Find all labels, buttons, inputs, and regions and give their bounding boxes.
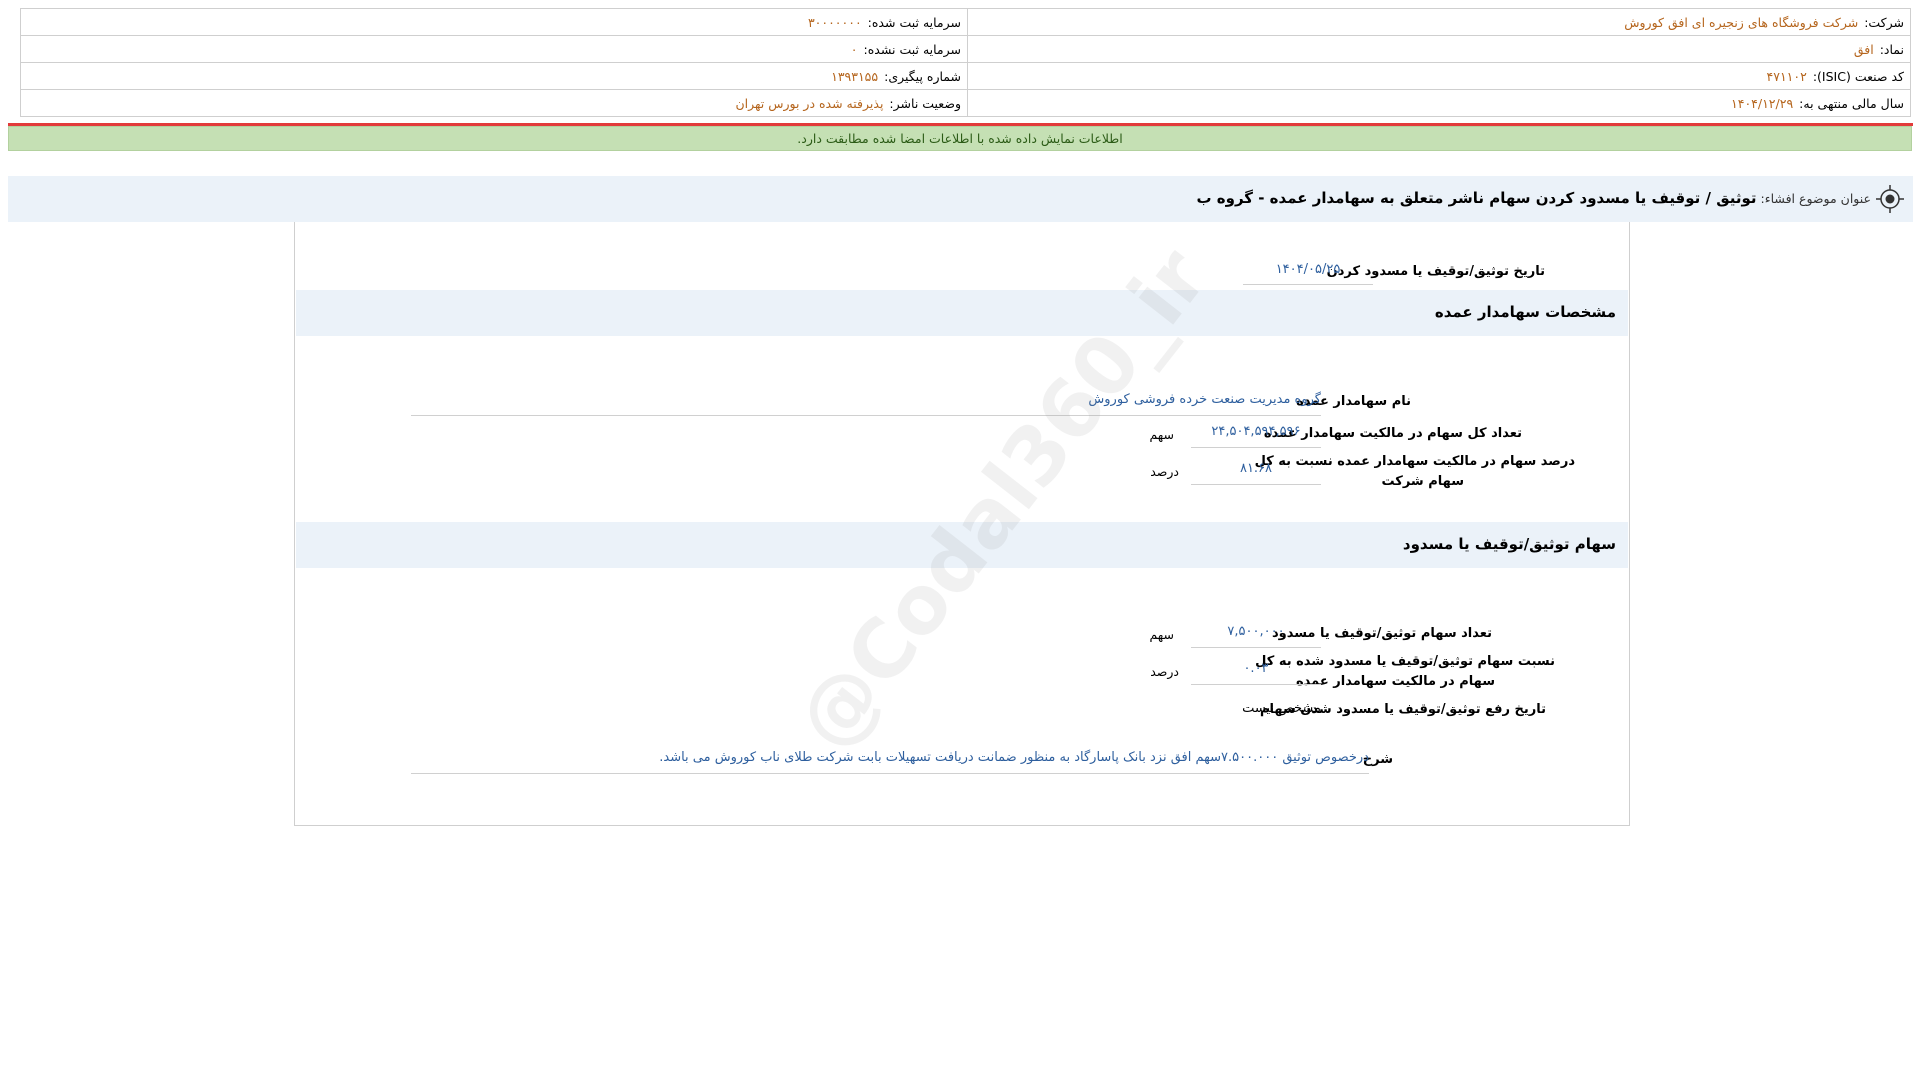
title-label: عنوان موضوع افشاء: — [1760, 191, 1871, 206]
isic-value: ۴۷۱۱۰۲ — [1766, 68, 1807, 84]
symbol-cell: نماد: افق — [967, 35, 1911, 63]
pledge-date-underline — [1243, 284, 1373, 285]
total-shares-unit: سهم — [1149, 427, 1174, 442]
shareholder-name-value: گروه مدیریت صنعت خرده فروشی کوروش — [1088, 392, 1321, 407]
unregistered-capital-cell: سرمایه ثبت نشده: ۰ — [20, 35, 968, 63]
description-value: درخصوص توثیق ۷.۵۰۰.۰۰۰سهم افق نزد بانک پ… — [659, 750, 1369, 765]
disclosure-form: تاریخ توثیق/توقیف یا مسدود کردن ۱۴۰۴/۰۵/… — [294, 222, 1630, 826]
section-band-shareholder: مشخصات سهامدار عمده — [296, 290, 1628, 336]
publisher-status-cell: وضعیت ناشر: پذیرفته شده در بورس تهران — [20, 89, 968, 117]
info-row: کد صنعت (ISIC): ۴۷۱۱۰۲ شماره پیگیری: ۱۳۹۳۱… — [20, 62, 1911, 90]
tracking-label: شماره پیگیری: — [884, 68, 961, 84]
ownership-percent-value: ۸۱.۶۸ — [1239, 461, 1273, 476]
pledged-ratio-underline — [1191, 684, 1321, 685]
publisher-status-value: پذیرفته شده در بورس تهران — [735, 95, 884, 111]
tracking-cell: شماره پیگیری: ۱۳۹۳۱۵۵ — [20, 62, 968, 90]
unregistered-capital-label: سرمایه ثبت نشده: — [863, 41, 961, 57]
pledge-date-value: ۱۴۰۴/۰۵/۲۵ — [1275, 262, 1341, 277]
isic-cell: کد صنعت (ISIC): ۴۷۱۱۰۲ — [967, 62, 1911, 90]
total-shares-underline — [1191, 447, 1321, 448]
company-info-table: شرکت: شرکت فروشگاه های زنجیره ای افق کورو… — [20, 8, 1911, 117]
pledged-shares-value: ۷,۵۰۰,۰۰۰ — [1227, 624, 1285, 639]
release-date-value: مشخص نیست — [1242, 701, 1321, 716]
tracking-value: ۱۳۹۳۱۵۵ — [831, 68, 879, 84]
target-icon — [1875, 184, 1905, 214]
info-row: شرکت: شرکت فروشگاه های زنجیره ای افق کورو… — [20, 8, 1911, 36]
disclosure-title-bar: عنوان موضوع افشاء:توثیق / توقیف یا مسدود… — [8, 176, 1913, 222]
pledged-ratio-value: ۰.۰۳ — [1243, 661, 1269, 676]
info-row: سال مالی منتهی به: ۱۴۰۴/۱۲/۲۹ وضعیت ناشر:… — [20, 89, 1911, 117]
signature-match-notice: اطلاعات نمایش داده شده با اطلاعات امضا ش… — [8, 126, 1912, 151]
pledged-shares-unit: سهم — [1149, 627, 1174, 642]
shareholder-name-underline — [411, 415, 1321, 416]
ownership-percent-underline — [1191, 484, 1321, 485]
registered-capital-value: ۳۰۰۰۰۰۰۰ — [807, 14, 862, 30]
pledged-ratio-label-line2: سهام در مالکیت سهامدار عمده — [1296, 674, 1495, 689]
description-underline — [411, 773, 1369, 774]
pledged-shares-underline — [1191, 647, 1321, 648]
disclosure-title: عنوان موضوع افشاء:توثیق / توقیف یا مسدود… — [1196, 189, 1871, 207]
isic-label: کد صنعت (ISIC): — [1812, 68, 1904, 84]
fiscal-year-label: سال مالی منتهی به: — [1799, 95, 1904, 111]
company-cell: شرکت: شرکت فروشگاه های زنجیره ای افق کورو… — [967, 8, 1911, 36]
info-row: نماد: افق سرمایه ثبت نشده: ۰ — [20, 35, 1911, 63]
section-title-pledged-shares: سهام توثیق/توقیف یا مسدود — [1402, 535, 1616, 553]
symbol-value: افق — [1853, 41, 1874, 57]
pledged-ratio-unit: درصد — [1150, 664, 1179, 679]
unregistered-capital-value: ۰ — [850, 41, 858, 57]
fiscal-year-value: ۱۴۰۴/۱۲/۲۹ — [1731, 95, 1794, 111]
section-band-pledged-shares: سهام توثیق/توقیف یا مسدود — [296, 522, 1628, 568]
symbol-label: نماد: — [1879, 41, 1904, 57]
section-title-shareholder: مشخصات سهامدار عمده — [1434, 303, 1616, 321]
registered-capital-label: سرمایه ثبت شده: — [867, 14, 961, 30]
company-label: شرکت: — [1864, 14, 1904, 30]
ownership-percent-unit: درصد — [1150, 464, 1179, 479]
registered-capital-cell: سرمایه ثبت شده: ۳۰۰۰۰۰۰۰ — [20, 8, 968, 36]
ownership-percent-label-line2: سهام شرکت — [1381, 474, 1465, 489]
fiscal-year-cell: سال مالی منتهی به: ۱۴۰۴/۱۲/۲۹ — [967, 89, 1911, 117]
publisher-status-label: وضعیت ناشر: — [889, 95, 961, 111]
total-shares-value: ۲۴,۵۰۴,۵۹۴,۵۹۶ — [1211, 424, 1301, 439]
company-value: شرکت فروشگاه های زنجیره ای افق کوروش — [1624, 14, 1859, 30]
title-value: توثیق / توقیف یا مسدود کردن سهام ناشر مت… — [1196, 189, 1757, 207]
